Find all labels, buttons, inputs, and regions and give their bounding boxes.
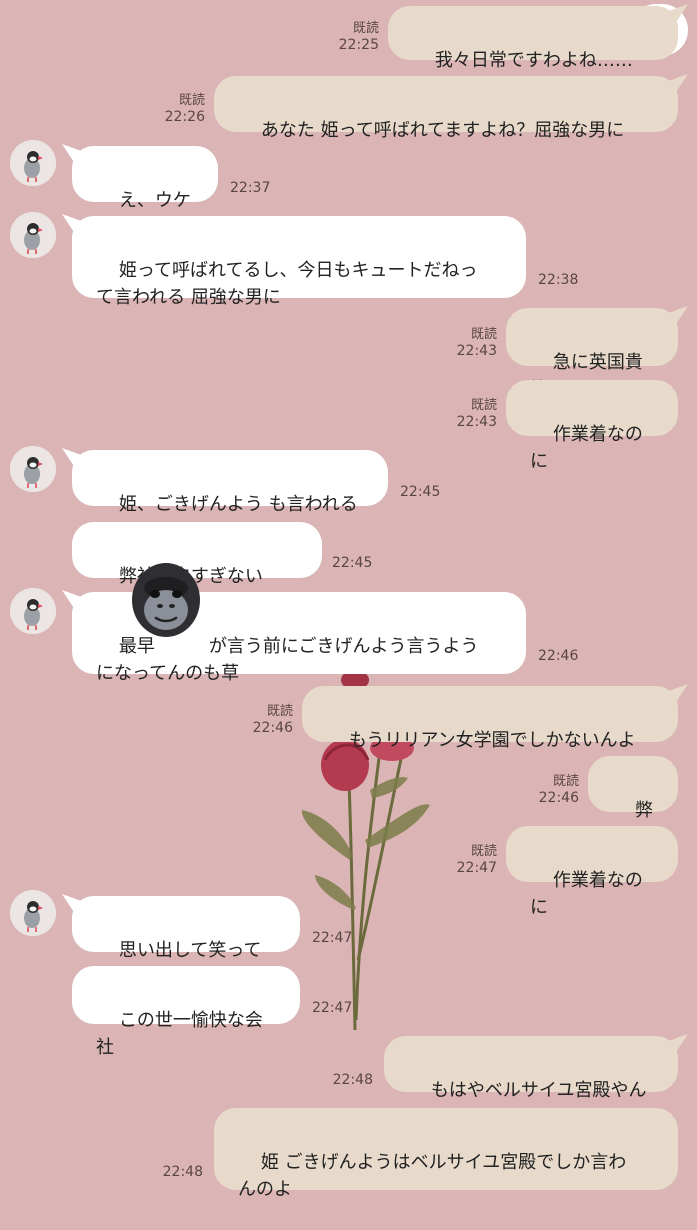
message-time: 22:47 xyxy=(456,860,497,876)
read-receipt: 既読 xyxy=(552,774,579,789)
message-time: 22:47 xyxy=(312,1000,353,1016)
read-receipt: 既読 xyxy=(470,327,497,342)
read-receipt: 既読 xyxy=(470,844,497,859)
read-receipt: 既読 xyxy=(470,398,497,413)
message-time: 22:46 xyxy=(538,790,579,806)
message-bubble[interactable]: 作業着なのに xyxy=(506,826,678,918)
message-meta: 既読 22:26 xyxy=(145,92,205,126)
message-meta: 22:37 xyxy=(230,180,290,197)
bird-avatar-icon xyxy=(10,588,56,634)
bird-avatar-icon xyxy=(10,890,56,936)
message-text: 姫、ごきげんよう も言われる xyxy=(118,494,358,515)
message-meta: 既読 22:43 xyxy=(437,326,497,360)
avatar[interactable] xyxy=(10,212,56,258)
message-bubble[interactable]: 姫、ごきげんよう も言われる xyxy=(72,450,388,515)
read-receipt: 既読 xyxy=(178,93,205,108)
message-bubble[interactable]: 急に英国貴族 xyxy=(506,308,678,400)
message-time: 22:43 xyxy=(456,343,497,359)
message-text: この世一愉快な会社 xyxy=(96,1010,263,1058)
message-meta: 既読 22:46 xyxy=(233,703,293,737)
message-text: あなた 姫って呼ばれてますよね？屈強な男に xyxy=(260,120,625,141)
avatar[interactable] xyxy=(10,446,56,492)
gorilla-icon xyxy=(132,563,200,637)
message-bubble[interactable]: 弊社 xyxy=(588,756,678,848)
message-meta: 22:47 xyxy=(312,930,372,947)
message-meta: 既読 22:46 xyxy=(519,773,579,807)
message-time: 22:25 xyxy=(338,37,379,53)
chat-area[interactable]: 我々日常ですわよね…… 既読 22:25 あなた 姫って呼ばれてますよね？屈強な… xyxy=(0,0,697,1200)
message-text: 姫って呼ばれてるし、今日もキュートだねっ て言われる 屈強な男に xyxy=(96,260,478,308)
bird-avatar-icon xyxy=(10,446,56,492)
message-text: 姫 ごきげんようはベルサイユ宮殿でしか言わ んのよ xyxy=(238,1152,627,1200)
bird-avatar-icon xyxy=(10,212,56,258)
read-receipt: 既読 xyxy=(266,704,293,719)
message-time: 22:46 xyxy=(538,648,579,664)
message-text: 我々日常ですわよね…… xyxy=(434,50,633,71)
message-text: もはやベルサイユ宮殿やん xyxy=(430,1080,647,1101)
message-bubble[interactable]: え、ウケる xyxy=(72,146,218,238)
message-meta: 既読 22:47 xyxy=(437,843,497,877)
message-time: 22:46 xyxy=(252,720,293,736)
message-bubble[interactable]: 作業着なのに xyxy=(506,380,678,472)
message-bubble[interactable]: 姫 ごきげんようはベルサイユ宮殿でしか言わ んのよ xyxy=(214,1108,678,1200)
message-bubble[interactable]: この世一愉快な会社 xyxy=(72,966,300,1058)
message-time: 22:45 xyxy=(400,484,441,500)
message-bubble[interactable]: 思い出して笑ってる xyxy=(72,896,300,988)
message-meta: 既読 22:25 xyxy=(319,20,379,54)
message-time: 22:47 xyxy=(312,930,353,946)
message-text: もうリリアン女学園でしかないんよ xyxy=(348,730,636,751)
message-text: 作業着なのに xyxy=(530,424,643,472)
message-time: 22:37 xyxy=(230,180,271,196)
message-meta: 22:46 xyxy=(538,648,598,665)
bird-avatar-icon xyxy=(10,140,56,186)
message-meta: 既読 22:43 xyxy=(437,397,497,431)
avatar[interactable] xyxy=(10,890,56,936)
avatar[interactable] xyxy=(10,588,56,634)
message-time: 22:43 xyxy=(456,414,497,430)
message-bubble[interactable]: 姫って呼ばれてるし、今日もキュートだねっ て言われる 屈強な男に xyxy=(72,216,526,308)
read-receipt: 既読 xyxy=(352,21,379,36)
message-bubble[interactable]: もはやベルサイユ宮殿やん xyxy=(384,1036,678,1101)
message-bubble[interactable]: 我々日常ですわよね…… xyxy=(388,6,678,71)
message-meta: 22:48 xyxy=(313,1072,373,1089)
message-time: 22:48 xyxy=(332,1072,373,1088)
message-time: 22:38 xyxy=(538,272,579,288)
message-meta: 22:38 xyxy=(538,272,598,289)
message-time: 22:48 xyxy=(162,1164,203,1180)
message-bubble[interactable]: あなた 姫って呼ばれてますよね？屈強な男に xyxy=(214,76,678,141)
avatar[interactable] xyxy=(10,140,56,186)
message-time: 22:45 xyxy=(332,555,373,571)
message-bubble[interactable]: もうリリアン女学園でしかないんよ xyxy=(302,686,678,751)
message-meta: 22:48 xyxy=(143,1164,203,1181)
message-meta: 22:45 xyxy=(332,555,392,572)
message-meta: 22:45 xyxy=(400,484,460,501)
message-time: 22:26 xyxy=(164,109,205,125)
message-text: 作業着なのに xyxy=(530,870,643,918)
message-meta: 22:47 xyxy=(312,1000,372,1017)
